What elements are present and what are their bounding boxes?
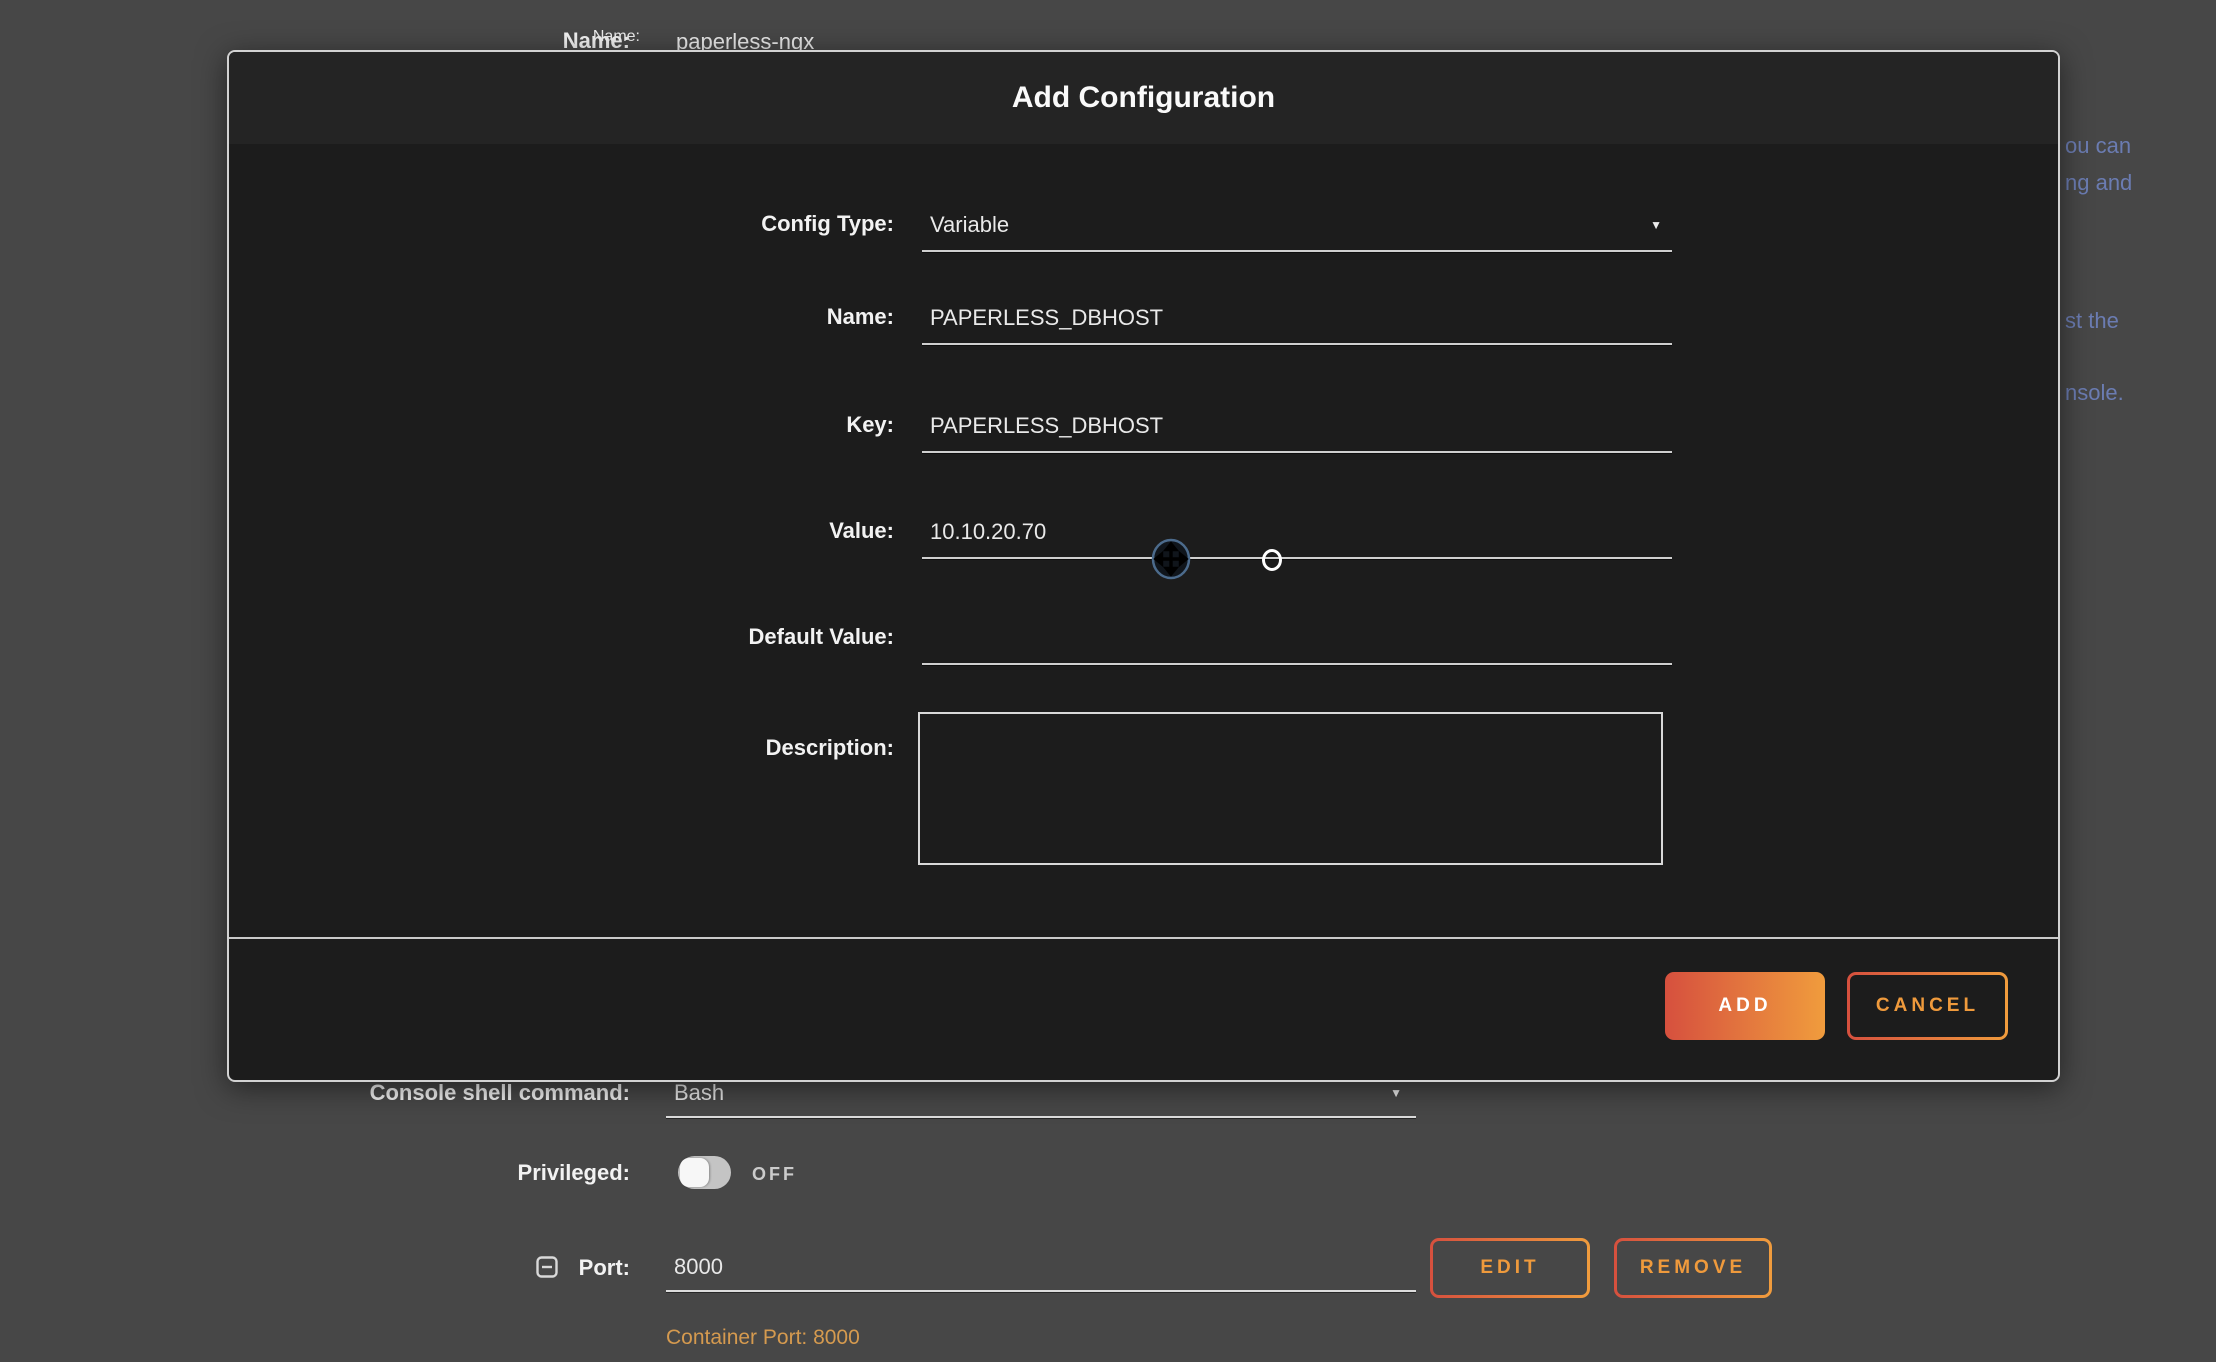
key-input-underline: [922, 451, 1672, 453]
value-field-label: Value:: [529, 518, 894, 544]
screen: Name: Name: paperless-ngx ou can ng and …: [0, 0, 2216, 1362]
value-input-underline: [922, 557, 1672, 559]
port-edit-label: EDIT: [1433, 1241, 1587, 1295]
key-input[interactable]: PAPERLESS_DBHOST: [922, 405, 1672, 453]
chevron-down-icon: ▼: [1650, 218, 1662, 232]
port-label: Port:: [500, 1255, 630, 1281]
privileged-state: OFF: [752, 1164, 797, 1185]
description-textarea[interactable]: [918, 712, 1663, 865]
config-type-label: Config Type:: [529, 211, 894, 237]
add-configuration-dialog: Add Configuration Config Type: Variable …: [227, 50, 2060, 1082]
add-button[interactable]: ADD: [1665, 972, 1825, 1040]
value-input[interactable]: 10.10.20.70: [922, 511, 1672, 559]
dialog-header: Add Configuration: [229, 52, 2058, 144]
toggle-knob: [680, 1158, 709, 1187]
port-value: 8000: [674, 1254, 723, 1280]
privileged-toggle[interactable]: [678, 1156, 731, 1189]
console-shell-underline: [666, 1116, 1416, 1118]
port-remove-label: REMOVE: [1617, 1241, 1769, 1295]
key-field-label: Key:: [529, 412, 894, 438]
description-label: Description:: [529, 735, 894, 761]
privileged-label: Privileged:: [300, 1160, 630, 1186]
bg-help-text-fragment: nsole.: [2065, 380, 2124, 406]
name-input-value: PAPERLESS_DBHOST: [930, 305, 1163, 331]
bg-help-text-fragment: ou can: [2065, 133, 2131, 159]
default-value-input[interactable]: [922, 617, 1672, 665]
default-value-label: Default Value:: [529, 624, 894, 650]
chevron-down-icon: ▼: [1390, 1086, 1402, 1100]
default-value-underline: [922, 663, 1672, 665]
move-cursor-icon: [1151, 538, 1191, 585]
cancel-button-label: CANCEL: [1850, 975, 2005, 1037]
bg-help-text-fragment: st the: [2065, 308, 2119, 334]
value-input-value: 10.10.20.70: [930, 519, 1046, 545]
config-type-underline: [922, 250, 1672, 252]
port-input[interactable]: 8000: [666, 1248, 1416, 1292]
name-input[interactable]: PAPERLESS_DBHOST: [922, 297, 1672, 345]
config-type-value: Variable: [930, 212, 1009, 238]
name-field-label: Name:: [529, 304, 894, 330]
port-edit-button[interactable]: EDIT: [1430, 1238, 1590, 1298]
config-type-select[interactable]: Variable ▼: [922, 204, 1672, 252]
port-remove-button[interactable]: REMOVE: [1614, 1238, 1772, 1298]
bg-help-text-fragment: ng and: [2065, 170, 2132, 196]
click-ring-cursor-icon: [1262, 549, 1282, 571]
port-underline: [666, 1290, 1416, 1292]
footer-divider: [229, 937, 2058, 939]
cancel-button[interactable]: CANCEL: [1847, 972, 2008, 1040]
console-shell-label: Console shell command:: [300, 1080, 630, 1106]
container-port-note: Container Port: 8000: [666, 1326, 860, 1350]
name-input-underline: [922, 343, 1672, 345]
dialog-title: Add Configuration: [1012, 81, 1275, 115]
add-button-label: ADD: [1718, 995, 1771, 1017]
console-shell-value: Bash: [674, 1080, 724, 1106]
key-input-value: PAPERLESS_DBHOST: [930, 413, 1163, 439]
